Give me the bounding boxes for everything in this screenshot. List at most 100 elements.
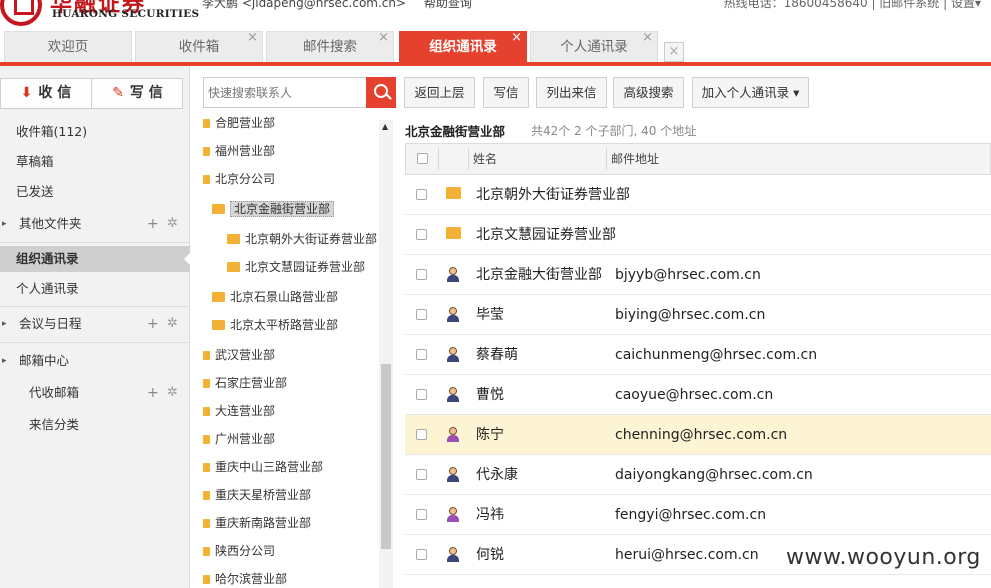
write-mail-button[interactable]: 写信 [483, 77, 529, 108]
tree-node[interactable]: 石家庄营业部 [203, 372, 287, 394]
contact-email[interactable]: bjyyb@hrsec.com.cn [615, 255, 761, 295]
tab-inbox[interactable]: 收件箱 × [135, 30, 263, 62]
tree-node[interactable]: 北京分公司 [203, 168, 275, 190]
contact-name[interactable]: 北京朝外大街证券营业部 [476, 175, 630, 215]
table-row[interactable]: 北京朝外大街证券营业部 [405, 175, 991, 215]
sidebar-item-personal-contacts[interactable]: 个人通讯录 [0, 276, 190, 302]
tab-org-contacts[interactable]: 组织通讯录 × [399, 30, 527, 62]
tree-node[interactable]: 大连营业部 [203, 400, 275, 422]
tree-scrollbar[interactable]: ▲ [379, 120, 393, 588]
table-row[interactable]: 代永康 daiyongkang@hrsec.com.cn [405, 455, 991, 495]
tab-welcome[interactable]: 欢迎页 [4, 31, 132, 62]
tree-node[interactable]: 陕西分公司 [203, 540, 275, 562]
contact-email[interactable]: chenning@hrsec.com.cn [615, 415, 787, 455]
contact-name[interactable]: 代永康 [476, 455, 518, 495]
sidebar-item-proxy-mailbox[interactable]: 代收邮箱 + ✲ [0, 380, 190, 406]
sidebar-item-mailbox-center[interactable]: ▸ 邮箱中心 [0, 348, 190, 374]
sidebar-item-mail-rules[interactable]: 来信分类 [0, 412, 190, 438]
hotline-bar[interactable]: 热线电话：18600458640 | 旧邮件系统 | 设置▾ [724, 0, 981, 11]
row-checkbox[interactable] [416, 469, 427, 480]
table-row-highlighted[interactable]: 陈宁 chenning@hrsec.com.cn [405, 415, 991, 455]
tree-node-selected[interactable]: 北京金融街营业部 [212, 198, 335, 220]
tree-node[interactable]: 北京朝外大街证券营业部 [227, 228, 377, 250]
table-row[interactable]: 冯祎 fengyi@hrsec.com.cn [405, 495, 991, 535]
row-checkbox[interactable] [416, 229, 427, 240]
contact-email[interactable]: caoyue@hrsec.com.cn [615, 375, 773, 415]
receive-button[interactable]: ⬇ 收 信 [1, 79, 91, 108]
contact-name[interactable]: 冯祎 [476, 495, 504, 535]
tab-close-icon[interactable]: × [378, 23, 389, 53]
table-row[interactable]: 蔡春萌 caichunmeng@hrsec.com.cn [405, 335, 991, 375]
contact-email[interactable]: caichunmeng@hrsec.com.cn [615, 335, 817, 375]
tree-node[interactable]: 重庆新南路营业部 [203, 512, 311, 534]
scroll-up-icon[interactable]: ▲ [382, 122, 388, 131]
help-link[interactable]: 帮助查询 [424, 0, 472, 10]
row-checkbox[interactable] [416, 549, 427, 560]
search-icon[interactable] [366, 77, 396, 108]
contact-email[interactable]: herui@hrsec.com.cn [615, 535, 759, 575]
scrollbar-thumb[interactable] [381, 364, 391, 549]
tab-personal-contacts[interactable]: 个人通讯录 × [530, 30, 658, 62]
row-checkbox[interactable] [416, 309, 427, 320]
row-checkbox[interactable] [416, 269, 427, 280]
tree-node[interactable]: 哈尔滨营业部 [203, 568, 287, 588]
contact-name[interactable]: 曹悦 [476, 375, 504, 415]
row-checkbox[interactable] [416, 509, 427, 520]
add-to-personal-contacts-button[interactable]: 加入个人通讯录 ▾ [692, 77, 809, 108]
table-row[interactable]: 北京文慧园证券营业部 [405, 215, 991, 255]
tree-node[interactable]: 武汉营业部 [203, 344, 275, 366]
gear-icon[interactable]: ✲ [167, 380, 178, 406]
contact-email[interactable]: biying@hrsec.com.cn [615, 295, 765, 335]
contact-email[interactable]: fengyi@hrsec.com.cn [615, 495, 766, 535]
row-checkbox[interactable] [416, 389, 427, 400]
table-row[interactable]: 曹悦 caoyue@hrsec.com.cn [405, 375, 991, 415]
sidebar-item-inbox[interactable]: 收件箱(112) [0, 119, 190, 145]
sidebar-item-drafts[interactable]: 草稿箱 [0, 149, 190, 175]
add-icon[interactable]: + [147, 311, 159, 337]
tab-close-icon[interactable]: × [642, 23, 653, 53]
select-all-checkbox[interactable] [417, 153, 428, 164]
sidebar-item-sent[interactable]: 已发送 [0, 179, 190, 205]
write-button[interactable]: ✎ 写 信 [92, 79, 183, 108]
contact-name[interactable]: 毕莹 [476, 295, 504, 335]
gear-icon[interactable]: ✲ [167, 211, 178, 237]
row-checkbox[interactable] [416, 349, 427, 360]
table-row[interactable]: 北京金融大街营业部 bjyyb@hrsec.com.cn [405, 255, 991, 295]
add-icon[interactable]: + [147, 380, 159, 406]
contact-name[interactable]: 北京文慧园证券营业部 [476, 215, 616, 255]
sidebar-item-org-contacts[interactable]: 组织通讯录 [0, 246, 191, 272]
tree-node[interactable]: 北京石景山路营业部 [212, 286, 338, 308]
contact-name[interactable]: 何锐 [476, 535, 504, 575]
table-row[interactable]: 毕莹 biying@hrsec.com.cn [405, 295, 991, 335]
tree-node[interactable]: 福州营业部 [203, 140, 275, 162]
contact-name[interactable]: 蔡春萌 [476, 335, 518, 375]
back-button[interactable]: 返回上层 [404, 77, 475, 108]
contact-search-input[interactable] [203, 77, 367, 108]
tree-node[interactable]: 广州营业部 [203, 428, 275, 450]
tree-node[interactable]: 北京太平桥路营业部 [212, 314, 338, 336]
contact-name[interactable]: 陈宁 [476, 415, 504, 455]
tree-node[interactable]: 重庆中山三路营业部 [203, 456, 323, 478]
tab-close-icon[interactable]: × [247, 23, 258, 53]
tab-close-icon[interactable]: × [511, 23, 522, 53]
tree-node[interactable]: 合肥营业部 [203, 112, 275, 134]
caret-right-icon[interactable]: ▸ [2, 211, 7, 237]
row-checkbox[interactable] [416, 429, 427, 440]
advanced-search-button[interactable]: 高级搜索 [613, 77, 684, 108]
column-header-name[interactable]: 姓名 [473, 144, 497, 174]
add-icon[interactable]: + [147, 211, 159, 237]
close-all-tabs-icon[interactable]: × [664, 42, 684, 62]
caret-right-icon[interactable]: ▸ [2, 311, 7, 337]
row-checkbox[interactable] [416, 189, 427, 200]
contact-email[interactable]: daiyongkang@hrsec.com.cn [615, 455, 813, 495]
contact-name[interactable]: 北京金融大街营业部 [476, 255, 602, 295]
gear-icon[interactable]: ✲ [167, 311, 178, 337]
column-header-email[interactable]: 邮件地址 [611, 144, 659, 174]
tab-mail-search[interactable]: 邮件搜索 × [266, 30, 394, 62]
sidebar-item-meetings[interactable]: ▸ 会议与日程 + ✲ [0, 311, 190, 337]
tree-node[interactable]: 北京文慧园证券营业部 [227, 256, 365, 278]
tree-node[interactable]: 重庆天星桥营业部 [203, 484, 311, 506]
caret-right-icon[interactable]: ▸ [2, 348, 7, 374]
list-mail-button[interactable]: 列出来信 [536, 77, 607, 108]
sidebar-item-other-folders[interactable]: ▸ 其他文件夹 + ✲ [0, 211, 190, 237]
